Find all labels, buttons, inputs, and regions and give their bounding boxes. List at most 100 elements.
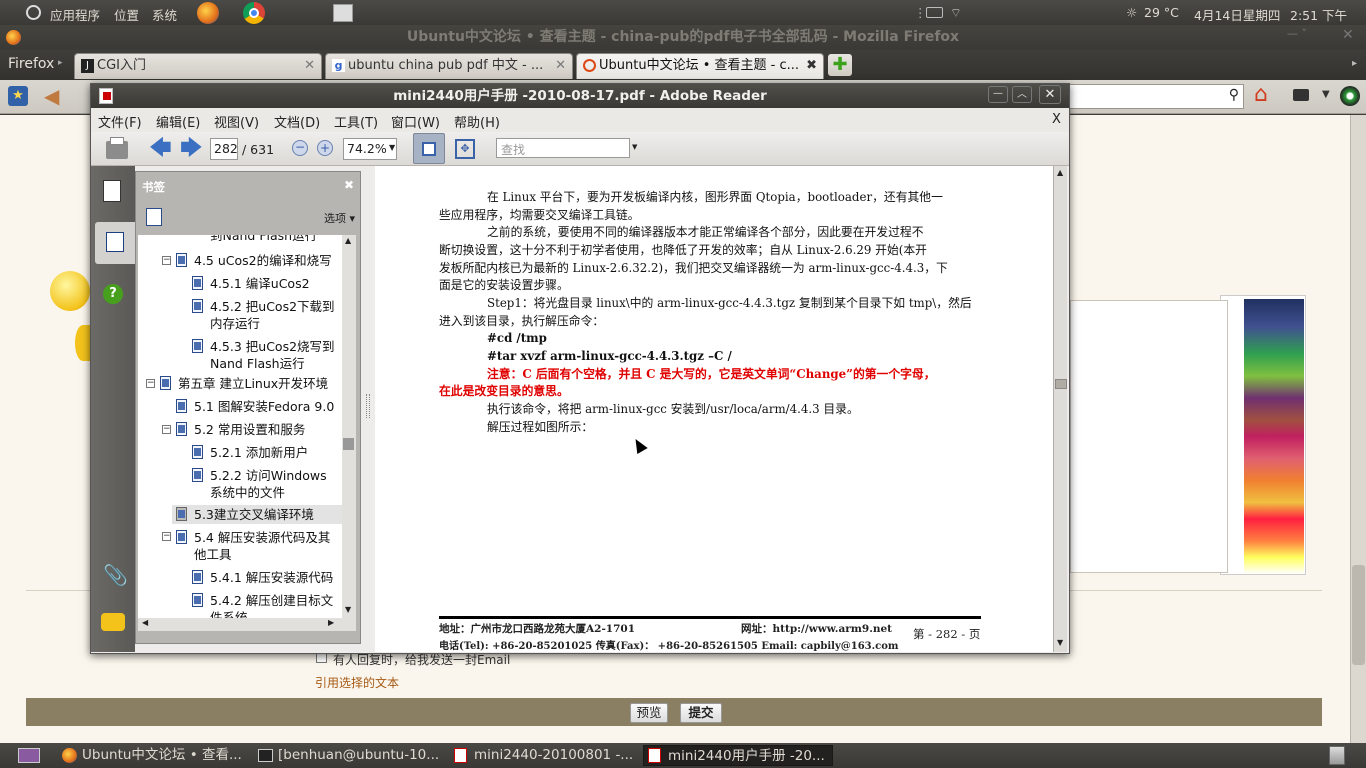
tab-list-arrow-icon[interactable]: ▸	[1352, 58, 1357, 69]
submit-button[interactable]: 提交	[680, 703, 722, 723]
scroll-down-arrow[interactable]: ▼	[345, 605, 351, 614]
pane-splitter[interactable]	[366, 394, 370, 418]
bookmark-tree-hscroll[interactable]: ◀ ▶	[138, 618, 356, 631]
document-vscroll[interactable]: ▲ ▼	[1053, 166, 1067, 652]
menu-window[interactable]: 窗口(W)	[391, 112, 440, 131]
message-textarea[interactable]	[1070, 300, 1228, 573]
bookmark-item[interactable]: 5.4.2 解压创建目标文	[210, 592, 333, 609]
next-page-icon[interactable]: 🡆	[180, 138, 203, 160]
bookmark-item[interactable]: 5.4.1 解压安装源代码	[210, 569, 333, 586]
previous-page-icon[interactable]: 🡄	[149, 138, 172, 160]
pdf-page[interactable]: 在 Linux 平台下，要为开发板编译内核，图形界面 Qtopia，bootlo…	[375, 166, 1053, 652]
tab-ubuntu-forum[interactable]: Ubuntu中文论坛 • 查看主题 - c... ✖	[576, 53, 824, 79]
scrollbar-thumb[interactable]	[1352, 565, 1365, 665]
wifi-icon[interactable]: ⌔	[950, 5, 962, 21]
trash-icon[interactable]	[1329, 746, 1345, 765]
addon-icon[interactable]	[1340, 86, 1360, 106]
zoom-in-icon[interactable]: +	[317, 140, 333, 156]
clock-date[interactable]: 4月14日星期四	[1194, 5, 1280, 24]
bookmark-item[interactable]: 5.1 图解安装Fedora 9.0	[194, 398, 334, 415]
bookmark-item-cont[interactable]: 他工具	[194, 546, 232, 563]
firefox-window-buttons[interactable]: — ˅	[1287, 27, 1335, 41]
collapse-toggle[interactable]: −	[162, 532, 171, 541]
taskbar-item-folder[interactable]: mini2440-20100801 -...	[450, 745, 638, 766]
menu-file[interactable]: 文件(F)	[98, 112, 142, 131]
bookmark-tree[interactable]: 到Nand Flash运行 − 4.5 uCos2的编译和烧写 4.5.1 编译…	[138, 235, 342, 618]
bookmark-item[interactable]: 到Nand Flash运行	[210, 235, 317, 244]
document-scroll-thumb[interactable]	[1055, 379, 1067, 389]
menu-tools[interactable]: 工具(T)	[334, 112, 378, 131]
color-palette[interactable]	[1244, 299, 1304, 574]
taskbar-item-firefox[interactable]: Ubuntu中文论坛 • 查看...	[58, 745, 248, 766]
fit-width-button[interactable]	[413, 133, 445, 164]
tab-close-icon[interactable]: ✕	[555, 54, 566, 78]
pages-panel-icon[interactable]	[103, 180, 121, 202]
bookmark-item[interactable]: 第五章 建立Linux开发环境	[178, 375, 328, 392]
comments-icon[interactable]	[101, 613, 125, 631]
bookmark-item[interactable]: 5.2.2 访问Windows	[210, 467, 327, 484]
minimize-button[interactable]: —	[988, 86, 1008, 103]
bookmarks-panel-close[interactable]: ✖	[344, 178, 354, 192]
find-dropdown-icon[interactable]: ▼	[632, 143, 637, 151]
menu-dropdown-icon[interactable]: ▼	[1322, 89, 1330, 100]
bookmark-item-cont[interactable]: Nand Flash运行	[210, 355, 305, 372]
menu-document[interactable]: 文档(D)	[274, 112, 320, 131]
system-menu[interactable]: 系统	[152, 5, 177, 24]
firefox-scrollbar[interactable]	[1350, 115, 1366, 743]
show-desktop-icon[interactable]	[18, 748, 40, 763]
fit-page-button[interactable]: ✥	[455, 139, 475, 159]
close-button[interactable]: ✕	[1039, 85, 1061, 104]
print-icon[interactable]	[106, 137, 128, 159]
bookmark-star-icon[interactable]: ★	[8, 86, 28, 106]
firefox-launcher-icon[interactable]	[197, 2, 219, 24]
find-input[interactable]: 查找	[496, 138, 630, 158]
collapse-toggle[interactable]: −	[162, 256, 171, 265]
attachments-icon[interactable]: 📎	[103, 563, 128, 587]
tab-google-search[interactable]: g ubuntu china pub pdf 中文 - ... ✕	[325, 53, 573, 79]
maximize-button[interactable]: ︿	[1012, 86, 1032, 103]
firefox-menu-button[interactable]: Firefox	[8, 56, 54, 72]
firefox-close-button[interactable]: ✕	[1342, 27, 1354, 43]
page-number-input[interactable]: 282	[210, 138, 238, 160]
back-arrow-icon[interactable]: ◀	[44, 86, 68, 106]
scroll-down-arrow[interactable]: ▼	[1057, 638, 1063, 647]
bookmark-item[interactable]: 4.5.2 把uCos2下载到	[210, 298, 335, 315]
scroll-left-arrow[interactable]: ◀	[142, 618, 148, 627]
applications-menu[interactable]: 应用程序	[50, 5, 100, 24]
weather-icon[interactable]: ☼	[1126, 5, 1137, 20]
scroll-up-arrow[interactable]: ▲	[345, 236, 351, 245]
tab-cgi[interactable]: J CGI入门 ✕	[74, 53, 322, 79]
keyboard-icon[interactable]	[926, 7, 943, 18]
chrome-launcher-icon[interactable]	[243, 2, 265, 24]
bookmark-tree-vscroll[interactable]: ▲ ▼	[342, 235, 356, 618]
scroll-up-arrow[interactable]: ▲	[1057, 168, 1063, 177]
temperature[interactable]: 29 °C	[1144, 5, 1179, 20]
bookmark-action-icon[interactable]	[146, 208, 162, 226]
bookmark-item-cont[interactable]: 件系统	[210, 609, 248, 618]
bookmark-item[interactable]: 4.5.1 编译uCos2	[210, 275, 310, 292]
bookmark-item-cont[interactable]: 系统中的文件	[210, 484, 285, 501]
preview-button[interactable]: 预览	[630, 703, 668, 723]
smiley-icon[interactable]	[75, 325, 91, 361]
terminal-launcher-icon[interactable]	[333, 4, 353, 22]
zoom-dropdown-icon[interactable]: ▼	[389, 143, 395, 152]
bookmark-item-selected[interactable]: 5.3建立交叉编译环境	[194, 506, 314, 523]
bookmark-item[interactable]: 5.2.1 添加新用户	[210, 444, 308, 461]
search-box[interactable]: ⚲	[1068, 84, 1244, 109]
bookmark-item[interactable]: 4.5 uCos2的编译和烧写	[194, 252, 332, 269]
scroll-thumb[interactable]	[343, 438, 354, 450]
quote-selected-link[interactable]: 引用选择的文本	[315, 674, 399, 691]
taskbar-item-terminal[interactable]: [benhuan@ubuntu-10...	[254, 745, 444, 766]
bookmark-item[interactable]: 5.2 常用设置和服务	[194, 421, 305, 438]
clock-time[interactable]: 2:51 下午	[1290, 5, 1347, 24]
magnifier-icon[interactable]: ⚲	[1229, 87, 1239, 103]
menu-help[interactable]: 帮助(H)	[454, 112, 500, 131]
new-tab-button[interactable]: ✚	[828, 54, 852, 76]
tab-close-icon[interactable]: ✕	[304, 54, 315, 78]
scroll-right-arrow[interactable]: ▶	[328, 618, 334, 627]
close-document-button[interactable]: X	[1052, 112, 1061, 127]
zoom-out-icon[interactable]: −	[292, 140, 308, 156]
smiley-icon[interactable]	[50, 271, 90, 311]
bookmark-item-cont[interactable]: 内存运行	[210, 315, 260, 332]
ubuntu-logo-icon[interactable]	[26, 5, 41, 20]
